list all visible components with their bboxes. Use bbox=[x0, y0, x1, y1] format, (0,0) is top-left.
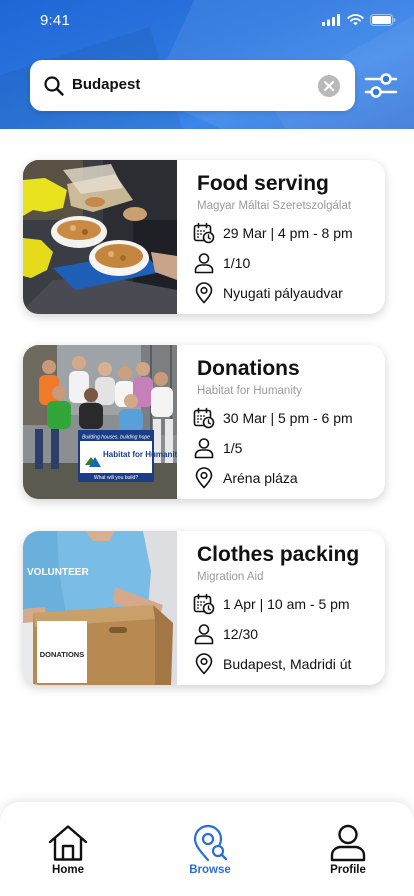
event-organization: Habitat for Humanity bbox=[197, 385, 302, 397]
wifi-icon bbox=[347, 14, 364, 26]
user-icon bbox=[194, 624, 214, 645]
cellular-signal-icon bbox=[322, 14, 340, 26]
search-icon bbox=[44, 76, 64, 96]
event-spots-row: 1/10 bbox=[193, 252, 250, 274]
svg-text:Habitat for Humanity: Habitat for Humanity bbox=[103, 450, 177, 459]
home-icon bbox=[48, 825, 88, 861]
nav-label-home: Home bbox=[52, 864, 84, 876]
location-pin-icon bbox=[195, 653, 213, 675]
event-organization: Migration Aid bbox=[197, 571, 264, 583]
event-location-row: Nyugati pályaudvar bbox=[193, 282, 343, 304]
event-title: Food serving bbox=[197, 172, 329, 195]
event-date-row: 1 Apr | 10 am - 5 pm bbox=[193, 593, 350, 615]
event-spots-row: 1/5 bbox=[193, 437, 242, 459]
nav-label-browse: Browse bbox=[189, 864, 231, 876]
event-spots-row: 12/30 bbox=[193, 623, 258, 645]
event-date-row: 29 Mar | 4 pm - 8 pm bbox=[193, 222, 353, 244]
status-time: 9:41 bbox=[40, 12, 70, 29]
event-card[interactable]: VOLUNTEER DONATIONS Clothes packing Migr… bbox=[23, 531, 385, 685]
location-pin-icon bbox=[195, 467, 213, 489]
event-title: Clothes packing bbox=[197, 543, 360, 566]
svg-text:VOLUNTEER: VOLUNTEER bbox=[27, 567, 89, 578]
status-bar: 9:41 bbox=[0, 0, 414, 44]
nav-item-profile[interactable]: Profile bbox=[308, 824, 388, 876]
event-date-row: 30 Mar | 5 pm - 6 pm bbox=[193, 407, 353, 429]
user-icon bbox=[194, 253, 214, 274]
location-search-icon bbox=[193, 824, 228, 862]
event-info: Food serving Magyar Máltai Szeretszolgál… bbox=[193, 160, 385, 314]
event-location: Nyugati pályaudvar bbox=[223, 285, 343, 301]
clear-search-icon[interactable] bbox=[318, 75, 340, 97]
nav-item-browse[interactable]: Browse bbox=[170, 824, 250, 876]
event-card[interactable]: Food serving Magyar Máltai Szeretszolgál… bbox=[23, 160, 385, 314]
event-date-time: 1 Apr | 10 am - 5 pm bbox=[223, 596, 350, 612]
event-info: Clothes packing Migration Aid 1 Apr | 10… bbox=[193, 531, 385, 685]
event-info: Donations Habitat for Humanity 30 Mar | … bbox=[193, 345, 385, 499]
filter-sliders-icon[interactable] bbox=[364, 68, 398, 102]
battery-icon bbox=[370, 14, 396, 26]
event-location-row: Budapest, Madridi út bbox=[193, 653, 351, 675]
svg-text:What will you build?: What will you build? bbox=[94, 475, 138, 481]
event-card[interactable]: Building houses, building hope Habitat f… bbox=[23, 345, 385, 499]
status-icons bbox=[322, 14, 396, 26]
event-spots: 1/5 bbox=[223, 440, 243, 456]
search-bar[interactable]: Budapest bbox=[30, 60, 355, 111]
svg-text:DONATIONS: DONATIONS bbox=[40, 650, 84, 659]
event-location-row: Aréna pláza bbox=[193, 467, 298, 489]
event-photo-clothes-packing: VOLUNTEER DONATIONS bbox=[23, 531, 177, 685]
event-photo-food-serving bbox=[23, 160, 177, 314]
search-input[interactable]: Budapest bbox=[72, 76, 140, 93]
bottom-nav: Home Browse Profile bbox=[0, 802, 414, 896]
nav-item-home[interactable]: Home bbox=[28, 824, 108, 876]
calendar-clock-icon bbox=[193, 407, 215, 429]
event-location: Budapest, Madridi út bbox=[223, 656, 352, 672]
header: 9:41 Budapest bbox=[0, 0, 414, 129]
event-photo-donations: Building houses, building hope Habitat f… bbox=[23, 345, 177, 499]
nav-label-profile: Profile bbox=[330, 864, 366, 876]
event-date-time: 30 Mar | 5 pm - 6 pm bbox=[223, 410, 353, 426]
location-pin-icon bbox=[195, 282, 213, 304]
event-organization: Magyar Máltai Szeretszolgálat bbox=[197, 200, 352, 212]
event-spots: 12/30 bbox=[223, 626, 259, 642]
calendar-clock-icon bbox=[193, 222, 215, 244]
svg-text:Building houses, building hope: Building houses, building hope bbox=[82, 435, 150, 441]
event-date-time: 29 Mar | 4 pm - 8 pm bbox=[223, 225, 353, 241]
user-icon bbox=[330, 824, 366, 862]
user-icon bbox=[194, 438, 214, 459]
event-location: Aréna pláza bbox=[223, 470, 298, 486]
event-title: Donations bbox=[197, 357, 300, 380]
event-spots: 1/10 bbox=[223, 255, 251, 271]
calendar-clock-icon bbox=[193, 593, 215, 615]
